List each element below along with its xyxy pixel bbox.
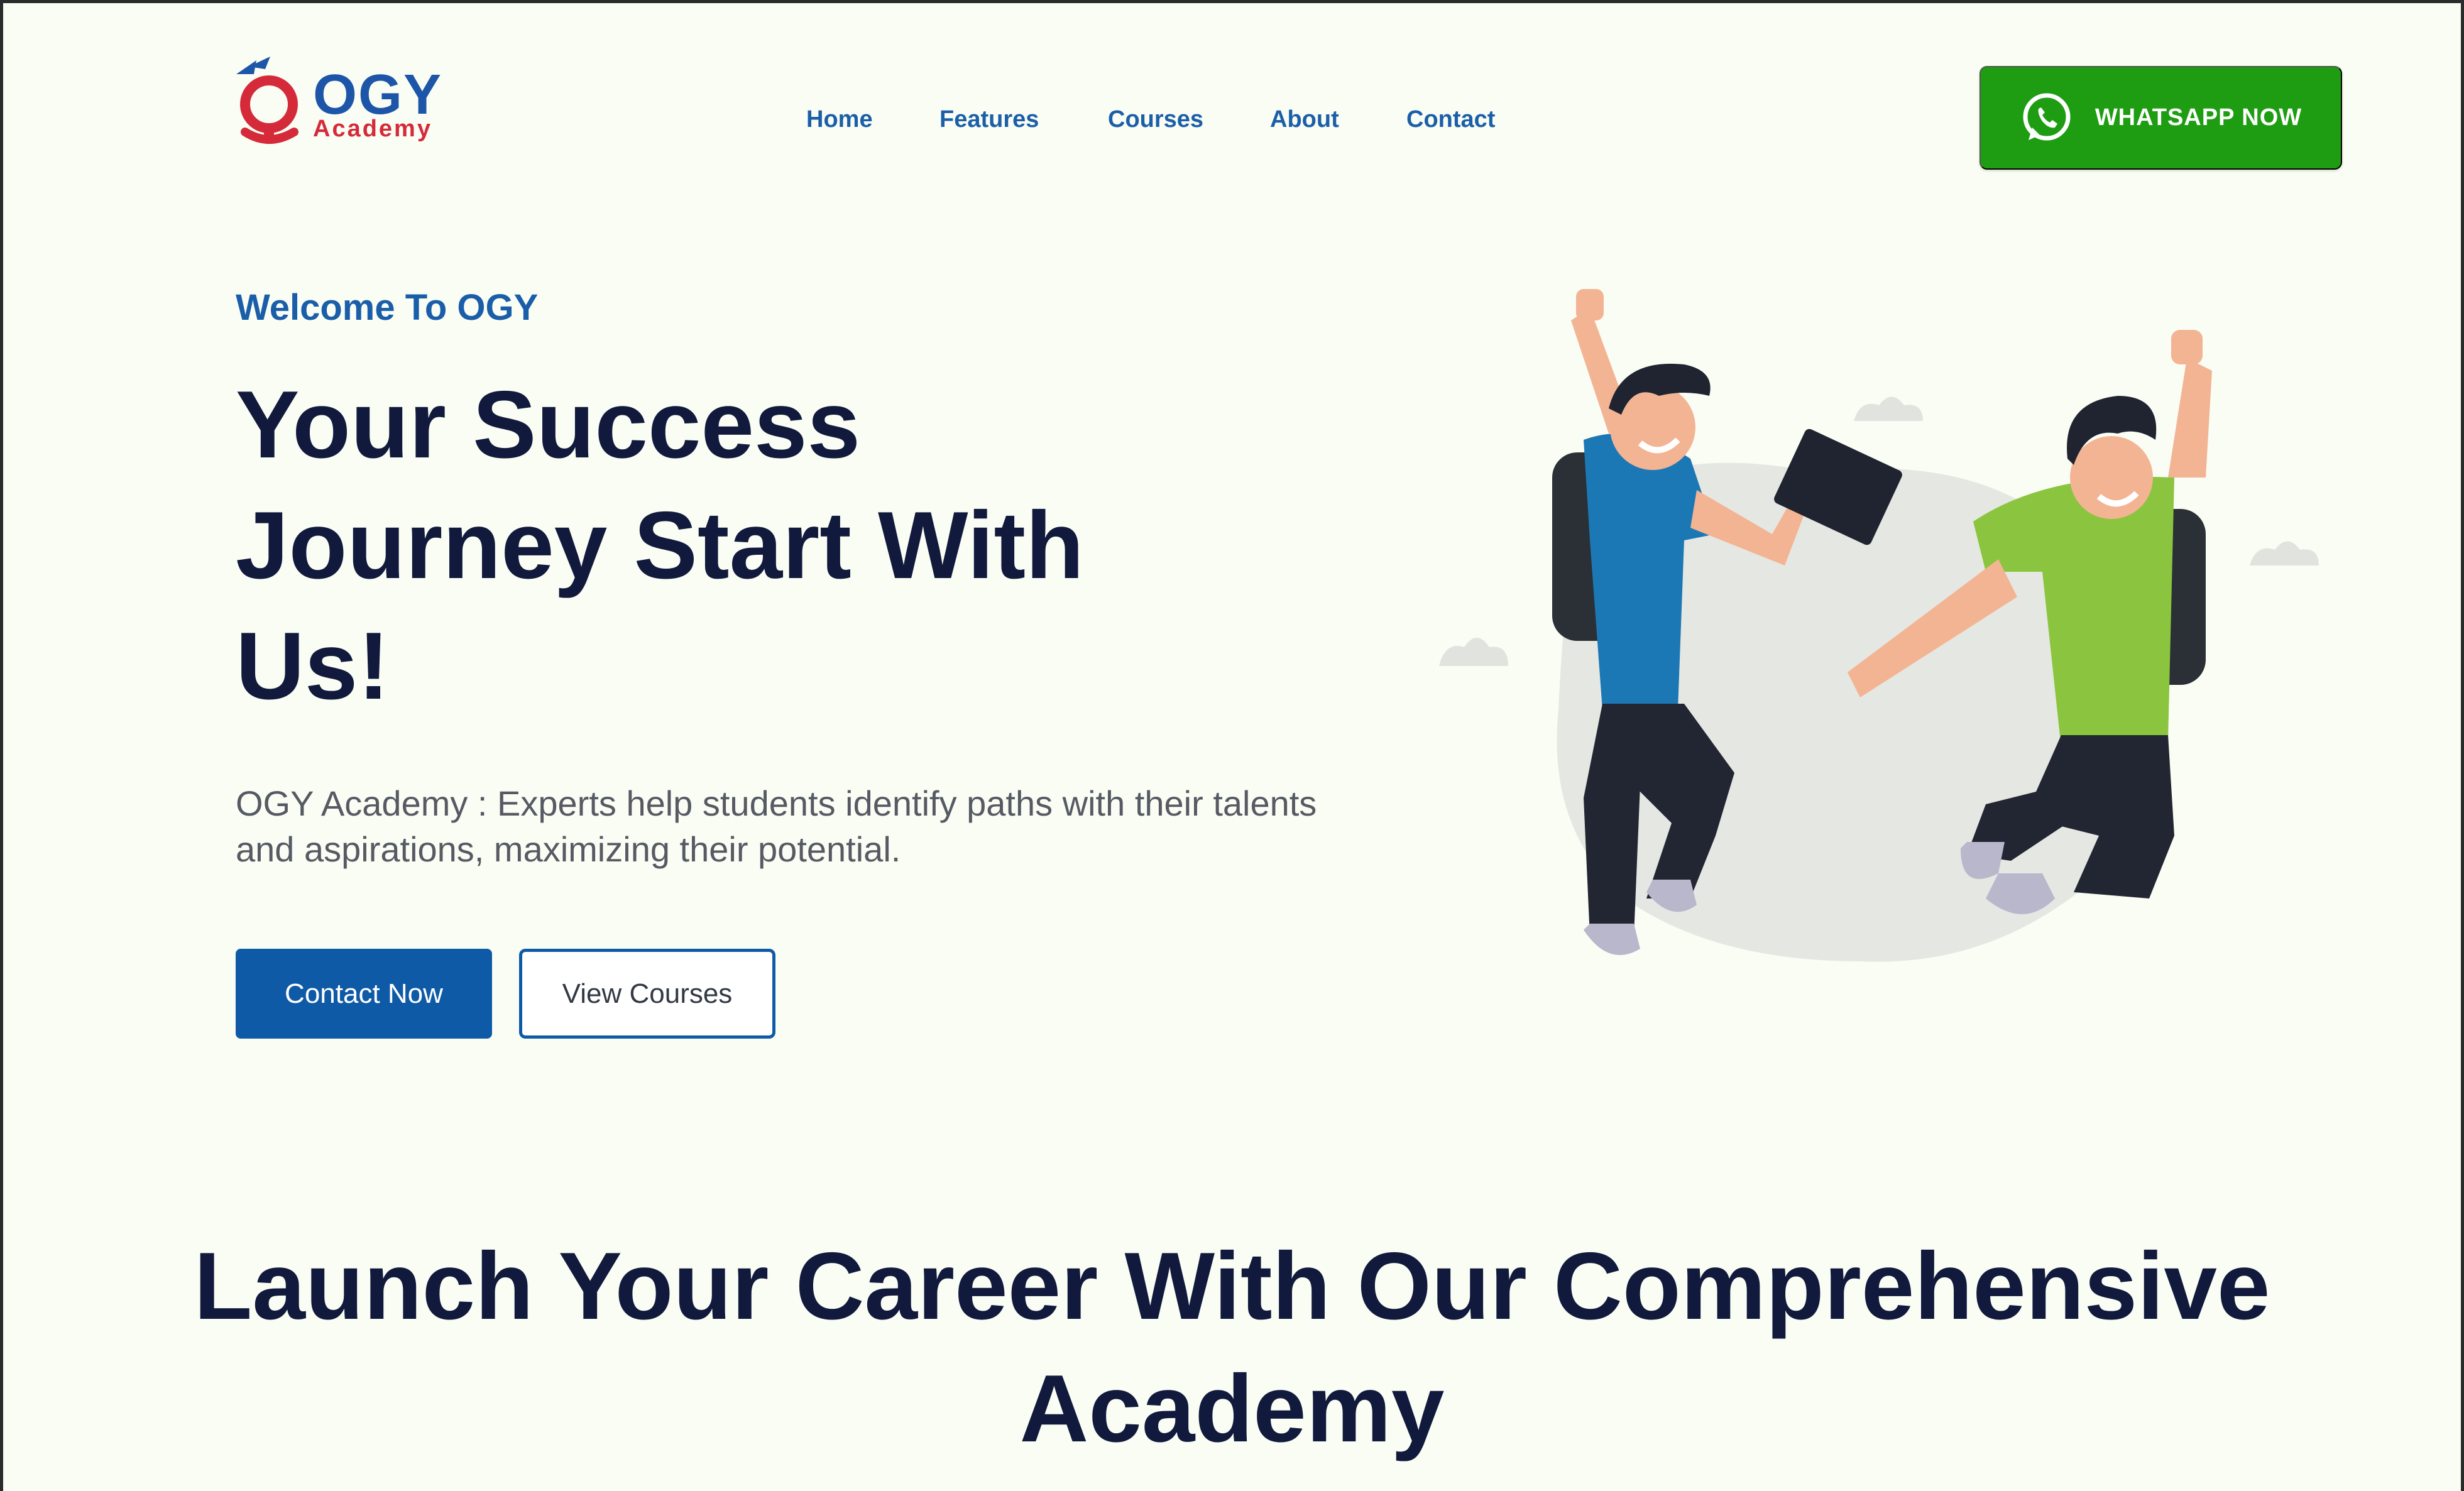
hero-title: Your Success Journey Start With Us! [236,371,1084,719]
whatsapp-label: WHATSAPP NOW [2094,104,2302,131]
whatsapp-now-button[interactable]: WHATSAPP NOW [1979,66,2342,170]
brand-logo[interactable]: OGY Academy [231,55,445,150]
nav-about[interactable]: About [1270,104,1339,135]
hero-description: OGY Academy : Experts help students iden… [236,784,1317,869]
students-jumping-illustration [1439,289,2319,962]
brand-subtitle: Academy [313,116,432,142]
section-title: Launch Your Career With Our Comprehensiv… [194,1233,2270,1462]
nav-home[interactable]: Home [806,104,873,135]
brand-name: OGY [313,63,443,126]
whatsapp-icon [2023,93,2071,140]
nav-features[interactable]: Features [939,104,1039,135]
logo-mark-icon [236,57,298,144]
view-courses-button[interactable]: View Courses [519,949,775,1039]
nav-courses[interactable]: Courses [1108,104,1203,135]
contact-now-button[interactable]: Contact Now [236,949,492,1039]
nav-contact[interactable]: Contact [1406,104,1495,135]
hero-eyebrow: Welcome To OGY [236,287,539,328]
